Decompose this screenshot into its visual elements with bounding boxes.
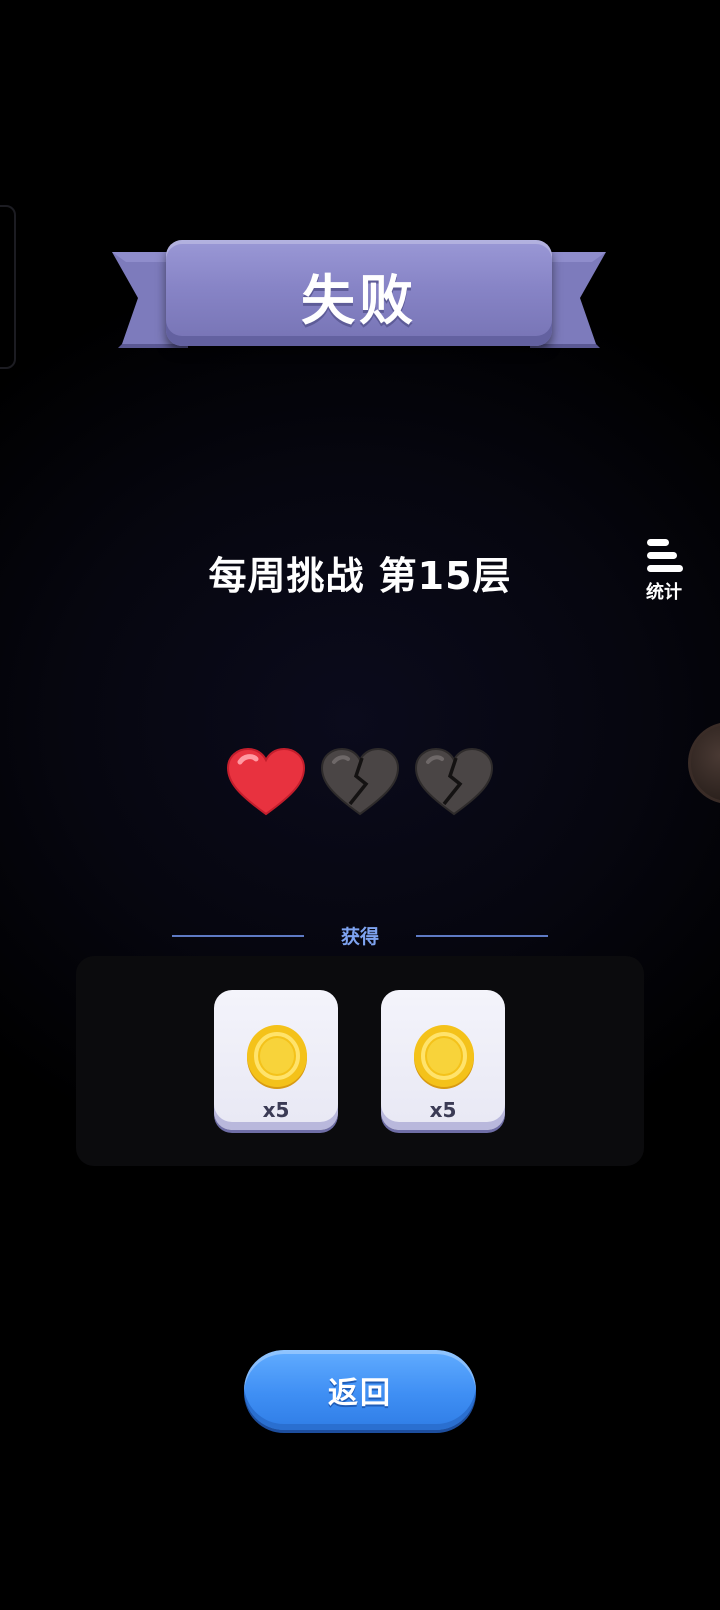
result-banner: 失败 bbox=[112, 236, 606, 366]
reward-card: x5 bbox=[381, 990, 505, 1130]
red-heart-icon bbox=[226, 748, 306, 816]
stats-button[interactable]: 统计 bbox=[638, 538, 690, 610]
gold-coin-icon bbox=[414, 1025, 474, 1089]
level-subtitle: 每周挑战 第15层 bbox=[208, 554, 512, 598]
return-button-label: 返回 bbox=[328, 1376, 392, 1411]
broken-heart-icon bbox=[320, 748, 400, 816]
stats-list-icon bbox=[647, 539, 683, 572]
return-button[interactable]: 返回 bbox=[244, 1350, 476, 1430]
side-panel-edge bbox=[0, 205, 16, 369]
reward-card: x5 bbox=[214, 990, 338, 1130]
reward-count: x5 bbox=[429, 1098, 457, 1122]
rewards-panel: x5 x5 bbox=[76, 956, 644, 1166]
divider-right bbox=[416, 935, 548, 937]
broken-heart-icon bbox=[414, 748, 494, 816]
game-over-screen: 失败 每周挑战 第15层 统计 获得 x5 x5 返回 bbox=[0, 0, 720, 1610]
gold-coin-icon bbox=[247, 1025, 307, 1089]
rewards-header: 获得 bbox=[172, 920, 548, 950]
reward-count: x5 bbox=[262, 1098, 290, 1122]
result-title: 失败 bbox=[301, 269, 417, 332]
stats-label: 统计 bbox=[646, 582, 682, 603]
lives-row bbox=[226, 748, 496, 818]
side-chest-button[interactable] bbox=[688, 722, 720, 804]
ribbon-body: 失败 bbox=[166, 240, 552, 346]
